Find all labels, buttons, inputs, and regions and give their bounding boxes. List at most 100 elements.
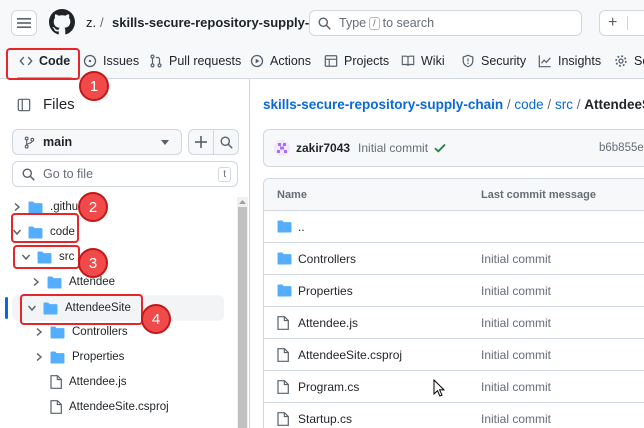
tab-label: Actions — [270, 54, 311, 68]
row-commit[interactable]: Initial commit — [481, 284, 551, 298]
table-row[interactable]: Controllers Initial commit — [264, 243, 644, 275]
search-prefix: Type — [339, 16, 367, 30]
search-shortcut-key: / — [369, 16, 380, 30]
row-name[interactable]: Startup.cs — [298, 412, 352, 426]
commit-author[interactable]: zakir7043 — [296, 141, 350, 155]
search-files-button[interactable] — [213, 129, 239, 155]
graph-icon — [538, 55, 551, 68]
annotation-step-3: 3 — [78, 248, 108, 278]
tab-actions[interactable]: Actions — [250, 44, 311, 78]
annotation-box-code-tab — [6, 48, 80, 80]
play-icon — [250, 54, 264, 68]
scroll-up-arrow-icon[interactable] — [238, 198, 247, 206]
row-commit[interactable]: Initial commit — [481, 252, 551, 266]
table-row[interactable]: Attendee.js Initial commit — [264, 307, 644, 339]
avatar[interactable] — [274, 140, 290, 156]
commit-message[interactable]: Initial commit — [358, 141, 428, 155]
file-icon — [50, 400, 62, 414]
branch-icon — [24, 135, 35, 149]
tab-label: Pull requests — [169, 54, 242, 68]
table-row[interactable]: .. — [264, 211, 644, 243]
tree-item-properties[interactable]: Properties — [35, 346, 124, 368]
table-row[interactable]: Properties Initial commit — [264, 275, 644, 307]
create-new-button[interactable]: + — [599, 10, 644, 36]
add-file-button[interactable] — [188, 129, 214, 155]
tab-label: Issues — [103, 54, 140, 68]
shield-icon — [462, 54, 474, 68]
table-row[interactable]: AttendeeSite.csproj Initial commit — [264, 339, 644, 371]
column-name-header: Name — [277, 189, 307, 201]
tab-label: Se — [634, 54, 644, 68]
global-search-input[interactable]: Type / to search — [309, 10, 582, 36]
latest-commit-bar: zakir7043 Initial commit b6b855e · 5 — [263, 129, 644, 167]
repo-owner-link[interactable]: z. — [86, 15, 96, 30]
tree-item-attendee-js[interactable]: Attendee.js — [50, 371, 127, 393]
folder-icon — [28, 200, 43, 214]
sidebar-scrollbar-thumb[interactable] — [238, 207, 247, 428]
folder-icon — [50, 350, 65, 364]
annotation-step-2: 2 — [78, 192, 108, 222]
tab-wiki[interactable]: Wiki — [401, 44, 445, 78]
breadcrumb-repo-link[interactable]: skills-secure-repository-supply-chain — [263, 97, 503, 112]
tab-pull-requests[interactable]: Pull requests — [149, 44, 241, 78]
table-icon — [324, 55, 338, 67]
chevron-right-icon — [36, 328, 43, 336]
row-commit[interactable]: Initial commit — [481, 380, 551, 394]
tab-security[interactable]: Security — [461, 44, 526, 78]
folder-icon — [277, 252, 292, 265]
row-name[interactable]: Controllers — [298, 252, 356, 266]
search-icon — [220, 136, 233, 149]
breadcrumb-separator: / — [547, 97, 552, 112]
tab-projects[interactable]: Projects — [324, 44, 389, 78]
folder-icon — [277, 284, 292, 297]
mouse-cursor-icon — [433, 379, 445, 397]
annotation-box-attendeesite-folder — [20, 294, 143, 325]
breadcrumb-separator: / — [576, 97, 581, 112]
hamburger-icon — [17, 18, 31, 28]
row-name[interactable]: .. — [298, 220, 305, 234]
tree-item-attendeesite-csproj[interactable]: AttendeeSite.csproj — [50, 396, 169, 418]
row-name[interactable]: Attendee.js — [298, 316, 358, 330]
table-row[interactable]: Startup.cs Initial commit — [264, 403, 644, 428]
file-icon — [277, 380, 289, 394]
row-name[interactable]: Properties — [298, 284, 353, 298]
search-suffix: to search — [382, 16, 435, 30]
hamburger-menu-button[interactable] — [11, 10, 37, 36]
file-icon — [277, 412, 289, 426]
file-icon — [50, 375, 62, 389]
issue-icon — [83, 54, 97, 68]
tab-insights[interactable]: Insights — [538, 44, 601, 78]
search-icon — [318, 17, 331, 30]
go-to-file-input[interactable]: Go to file t — [12, 161, 238, 187]
top-header: z. / skills-secure-repository-supply-ch.… — [0, 0, 644, 44]
breadcrumb-src-link[interactable]: src — [555, 97, 573, 112]
row-commit[interactable]: Initial commit — [481, 412, 551, 426]
file-path-breadcrumb: skills-secure-repository-supply-chain / … — [263, 97, 644, 112]
tab-label: Security — [481, 54, 527, 68]
book-icon — [401, 55, 415, 66]
collapse-sidebar-icon[interactable] — [17, 98, 31, 112]
column-commit-header: Last commit message — [481, 189, 596, 201]
row-commit[interactable]: Initial commit — [481, 316, 551, 330]
row-name[interactable]: Program.cs — [298, 380, 359, 394]
file-icon — [277, 348, 289, 362]
check-icon[interactable] — [434, 143, 446, 153]
row-name[interactable]: AttendeeSite.csproj — [298, 348, 402, 362]
table-row[interactable]: Program.cs Initial commit — [264, 371, 644, 403]
repo-name-link[interactable]: skills-secure-repository-supply-ch... — [112, 15, 335, 30]
branch-select-button[interactable]: main — [12, 129, 182, 155]
file-listing-table: Name Last commit message .. Controllers … — [263, 178, 644, 428]
row-commit[interactable]: Initial commit — [481, 348, 551, 362]
go-to-file-shortcut: t — [218, 167, 231, 182]
github-logo-icon[interactable] — [49, 9, 75, 35]
breadcrumb-code-link[interactable]: code — [514, 97, 543, 112]
chevron-down-icon — [161, 140, 169, 145]
search-icon — [22, 168, 35, 181]
breadcrumb-separator: / — [506, 97, 511, 112]
breadcrumb-current: AttendeeSite — [584, 97, 644, 112]
tab-label: Projects — [344, 54, 390, 68]
sidebar-title: Files — [43, 96, 75, 113]
gear-icon — [615, 55, 627, 67]
commit-sha[interactable]: b6b855e · 5 — [599, 142, 644, 154]
tab-settings[interactable]: Se — [614, 44, 644, 78]
